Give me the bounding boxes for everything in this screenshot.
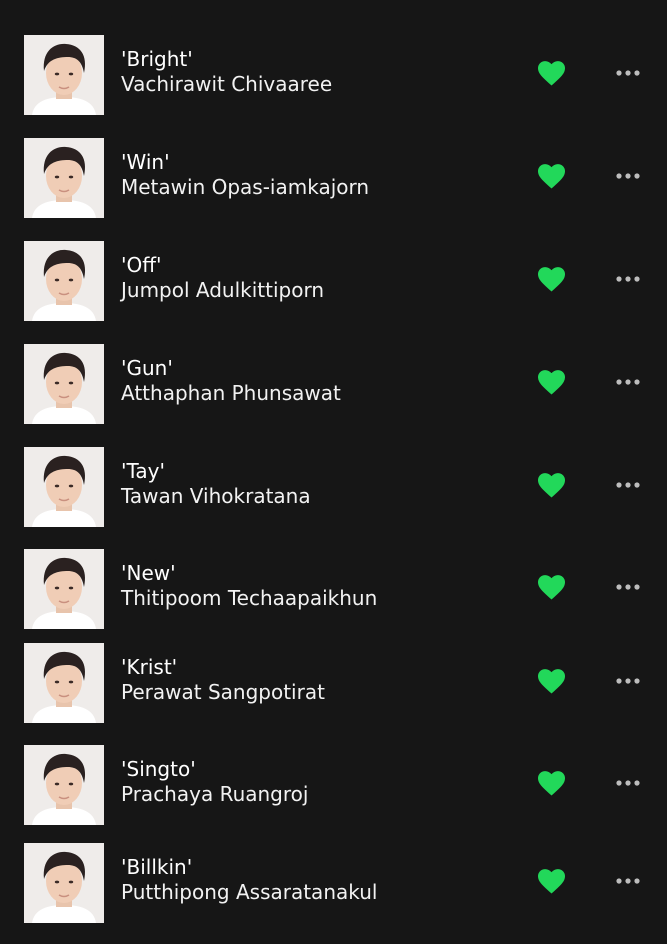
artist-nickname: 'Win' [121, 150, 170, 174]
artist-row[interactable]: 'Off' Jumpol Adulkittiporn [0, 241, 667, 331]
more-horizontal-icon[interactable] [610, 268, 646, 290]
heart-icon[interactable] [538, 267, 565, 292]
artist-nickname: 'New' [121, 561, 176, 585]
artist-nickname: 'Singto' [121, 757, 196, 781]
artist-photo [24, 745, 104, 825]
artist-row[interactable]: 'Krist' Perawat Sangpotirat [0, 643, 667, 733]
heart-icon[interactable] [538, 669, 565, 694]
artist-photo [24, 241, 104, 321]
artist-name: Vachirawit Chivaaree [121, 72, 333, 96]
artist-row[interactable]: 'Singto' Prachaya Ruangroj [0, 745, 667, 835]
artist-nickname: 'Krist' [121, 655, 178, 679]
more-horizontal-icon[interactable] [610, 62, 646, 84]
more-horizontal-icon[interactable] [610, 576, 646, 598]
artist-list: 'Bright' Vachirawit Chivaaree 'Win' Meta… [0, 0, 667, 944]
heart-icon[interactable] [538, 370, 565, 395]
heart-icon[interactable] [538, 575, 565, 600]
artist-photo [24, 643, 104, 723]
artist-name: Thitipoom Techaapaikhun [121, 586, 378, 610]
artist-photo [24, 138, 104, 218]
artist-photo [24, 447, 104, 527]
artist-photo [24, 344, 104, 424]
artist-row[interactable]: 'Billkin' Putthipong Assaratanakul [0, 843, 667, 933]
artist-nickname: 'Gun' [121, 356, 173, 380]
more-horizontal-icon[interactable] [610, 474, 646, 496]
artist-nickname: 'Off' [121, 253, 162, 277]
more-horizontal-icon[interactable] [610, 772, 646, 794]
artist-row[interactable]: 'Gun' Atthaphan Phunsawat [0, 344, 667, 434]
artist-nickname: 'Bright' [121, 47, 193, 71]
artist-name: Jumpol Adulkittiporn [121, 278, 325, 302]
more-horizontal-icon[interactable] [610, 670, 646, 692]
heart-icon[interactable] [538, 473, 565, 498]
artist-name: Perawat Sangpotirat [121, 680, 325, 704]
artist-photo [24, 843, 104, 923]
artist-name: Metawin Opas-iamkajorn [121, 175, 370, 199]
artist-row[interactable]: 'Bright' Vachirawit Chivaaree [0, 35, 667, 125]
heart-icon[interactable] [538, 869, 565, 894]
artist-name: Tawan Vihokratana [121, 484, 311, 508]
artist-photo [24, 549, 104, 629]
more-horizontal-icon[interactable] [610, 870, 646, 892]
artist-name: Atthaphan Phunsawat [121, 381, 341, 405]
heart-icon[interactable] [538, 164, 565, 189]
heart-icon[interactable] [538, 61, 565, 86]
artist-name: Putthipong Assaratanakul [121, 880, 378, 904]
artist-photo [24, 35, 104, 115]
artist-nickname: 'Billkin' [121, 855, 193, 879]
heart-icon[interactable] [538, 771, 565, 796]
more-horizontal-icon[interactable] [610, 371, 646, 393]
artist-row[interactable]: 'Tay' Tawan Vihokratana [0, 447, 667, 537]
more-horizontal-icon[interactable] [610, 165, 646, 187]
artist-row[interactable]: 'New' Thitipoom Techaapaikhun [0, 549, 667, 639]
artist-nickname: 'Tay' [121, 459, 165, 483]
artist-row[interactable]: 'Win' Metawin Opas-iamkajorn [0, 138, 667, 228]
artist-name: Prachaya Ruangroj [121, 782, 309, 806]
